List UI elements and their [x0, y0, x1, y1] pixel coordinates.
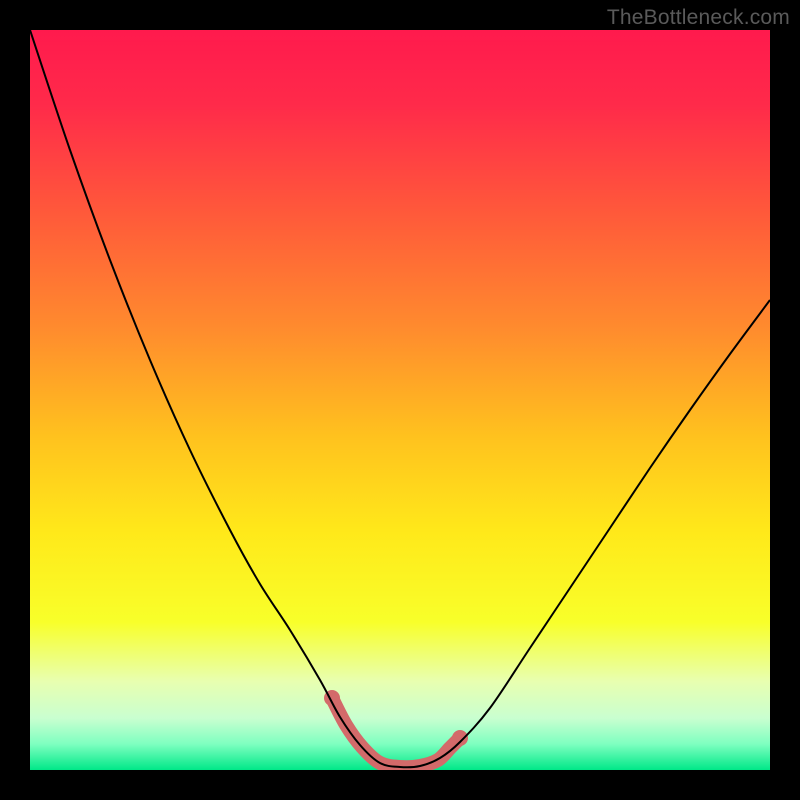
optimal-zone-dot-end — [452, 730, 468, 746]
chart-frame — [30, 30, 770, 770]
bottleneck-chart — [30, 30, 770, 770]
bottleneck-curve — [30, 30, 770, 767]
watermark-text: TheBottleneck.com — [607, 6, 790, 30]
